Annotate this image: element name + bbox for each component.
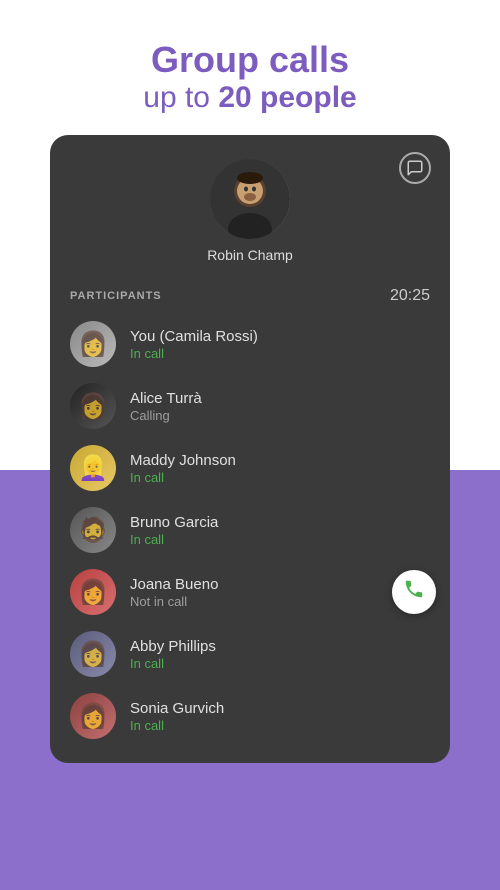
participant-avatar: 👩 xyxy=(70,321,116,367)
avatar-face: 👩 xyxy=(70,631,116,677)
avatar-face: 👱‍♀️ xyxy=(70,445,116,491)
call-button[interactable] xyxy=(392,570,436,614)
participant-avatar: 👱‍♀️ xyxy=(70,445,116,491)
avatar-face: 👩 xyxy=(70,693,116,739)
avatar-face: 👩 xyxy=(70,321,116,367)
participant-info: Maddy Johnson In call xyxy=(130,452,430,485)
participant-info: Abby Phillips In call xyxy=(130,638,430,671)
list-item: 👩 Abby Phillips In call xyxy=(50,623,450,685)
participant-avatar: 👩 xyxy=(70,569,116,615)
participant-name: Maddy Johnson xyxy=(130,452,430,469)
participant-name: Bruno Garcia xyxy=(130,514,430,531)
list-item: 👩 You (Camila Rossi) In call xyxy=(50,313,450,375)
participant-name: You (Camila Rossi) xyxy=(130,328,430,345)
participants-header: PARTICIPANTS 20:25 xyxy=(50,273,450,313)
host-avatar-image xyxy=(210,159,290,239)
header-section: Group calls up to 20 people xyxy=(0,0,500,135)
page-subtitle: up to 20 people xyxy=(20,81,480,115)
host-name: Robin Champ xyxy=(207,247,293,263)
avatar-face: 🧔 xyxy=(70,507,116,553)
participant-info: You (Camila Rossi) In call xyxy=(130,328,430,361)
page-title: Group calls xyxy=(20,38,480,81)
chat-icon-button[interactable] xyxy=(396,149,434,187)
avatar-face: 👩 xyxy=(70,383,116,429)
participant-info: Alice Turrà Calling xyxy=(130,390,430,423)
participant-status: In call xyxy=(130,470,430,485)
avatar-face: 👩 xyxy=(70,569,116,615)
participants-label: PARTICIPANTS xyxy=(70,290,162,302)
list-item: 👩 Sonia Gurvich In call xyxy=(50,685,450,747)
participant-avatar: 👩 xyxy=(70,383,116,429)
participant-info: Joana Bueno Not in call xyxy=(130,576,430,609)
list-item: 🧔 Bruno Garcia In call xyxy=(50,499,450,561)
participant-list: 👩 You (Camila Rossi) In call 👩 Alice Tur… xyxy=(50,313,450,747)
participant-avatar: 🧔 xyxy=(70,507,116,553)
list-item: 👩 Joana Bueno Not in call xyxy=(50,561,450,623)
participant-avatar: 👩 xyxy=(70,693,116,739)
participant-status: In call xyxy=(130,656,430,671)
call-timer: 20:25 xyxy=(390,287,430,305)
participant-info: Sonia Gurvich In call xyxy=(130,700,430,733)
participant-name: Joana Bueno xyxy=(130,576,430,593)
group-call-card: Robin Champ PARTICIPANTS 20:25 👩 You (Ca… xyxy=(50,135,450,763)
list-item: 👱‍♀️ Maddy Johnson In call xyxy=(50,437,450,499)
list-item: 👩 Alice Turrà Calling xyxy=(50,375,450,437)
participant-name: Sonia Gurvich xyxy=(130,700,430,717)
participant-status: In call xyxy=(130,346,430,361)
participant-status: In call xyxy=(130,532,430,547)
phone-icon xyxy=(403,578,425,606)
participant-avatar: 👩 xyxy=(70,631,116,677)
participant-status: In call xyxy=(130,718,430,733)
host-section: Robin Champ xyxy=(50,135,450,273)
participant-name: Alice Turrà xyxy=(130,390,430,407)
host-avatar xyxy=(210,159,290,239)
participant-status: Calling xyxy=(130,408,430,423)
participant-name: Abby Phillips xyxy=(130,638,430,655)
message-icon xyxy=(399,152,431,184)
participant-info: Bruno Garcia In call xyxy=(130,514,430,547)
participant-status: Not in call xyxy=(130,594,430,609)
